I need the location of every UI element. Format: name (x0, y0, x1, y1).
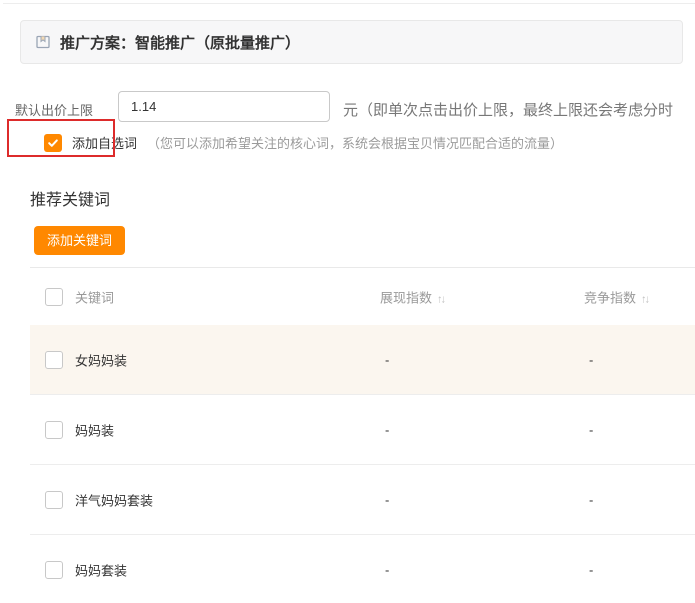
impression-cell: - (385, 563, 389, 578)
table-header-row: 关键词 展现指数↑↓ 竞争指数↑↓ (30, 268, 695, 325)
row-checkbox[interactable] (45, 351, 63, 369)
plan-title: 推广方案：智能推广（原批量推广） (60, 32, 300, 53)
competition-cell: - (589, 492, 593, 507)
column-header-competition: 竞争指数↑↓ (584, 287, 648, 306)
keyword-table: 关键词 展现指数↑↓ 竞争指数↑↓ 女妈妈装 - - 妈妈装 - - 洋气妈妈套… (30, 267, 695, 603)
competition-cell: - (589, 352, 593, 367)
table-row: 妈妈装 - - (30, 395, 695, 465)
sort-icon[interactable]: ↑↓ (641, 293, 648, 305)
keyword-cell: 女妈妈装 (75, 350, 127, 369)
plan-icon (35, 34, 51, 50)
column-header-impression: 展现指数↑↓ (380, 287, 444, 306)
keyword-cell: 妈妈套装 (75, 561, 127, 580)
custom-words-checkbox[interactable] (44, 134, 62, 152)
custom-words-label: 添加自选词 (72, 133, 137, 152)
row-checkbox[interactable] (45, 421, 63, 439)
check-icon (47, 137, 59, 149)
impression-cell: - (385, 492, 389, 507)
competition-cell: - (589, 422, 593, 437)
competition-cell: - (589, 563, 593, 578)
sort-icon[interactable]: ↑↓ (437, 293, 444, 305)
bid-unit-note: 元（即单次点击出价上限，最终上限还会考虑分时 (343, 99, 673, 120)
promotion-plan-page: 推广方案：智能推广（原批量推广） 默认出价上限 元（即单次点击出价上限，最终上限… (0, 0, 695, 603)
row-checkbox[interactable] (45, 561, 63, 579)
keyword-cell: 洋气妈妈套装 (75, 490, 153, 509)
table-row: 洋气妈妈套装 - - (30, 465, 695, 535)
keyword-cell: 妈妈装 (75, 420, 114, 439)
table-row: 女妈妈装 - - (30, 325, 695, 395)
recommended-keywords-title: 推荐关键词 (30, 186, 110, 210)
impression-cell: - (385, 352, 389, 367)
impression-cell: - (385, 422, 389, 437)
top-divider (3, 3, 695, 4)
bid-cap-label: 默认出价上限 (15, 100, 93, 119)
bid-cap-input[interactable] (118, 91, 330, 122)
table-row: 妈妈套装 - - (30, 535, 695, 603)
custom-words-row: 添加自选词 （您可以添加希望关注的核心词，系统会根据宝贝情况匹配合适的流量） (44, 133, 563, 152)
column-header-keyword: 关键词 (75, 287, 114, 306)
row-checkbox[interactable] (45, 491, 63, 509)
add-keyword-button[interactable]: 添加关键词 (34, 226, 125, 255)
custom-words-hint: （您可以添加希望关注的核心词，系统会根据宝贝情况匹配合适的流量） (147, 133, 563, 152)
plan-title-bar: 推广方案：智能推广（原批量推广） (20, 20, 683, 64)
select-all-checkbox[interactable] (45, 288, 63, 306)
